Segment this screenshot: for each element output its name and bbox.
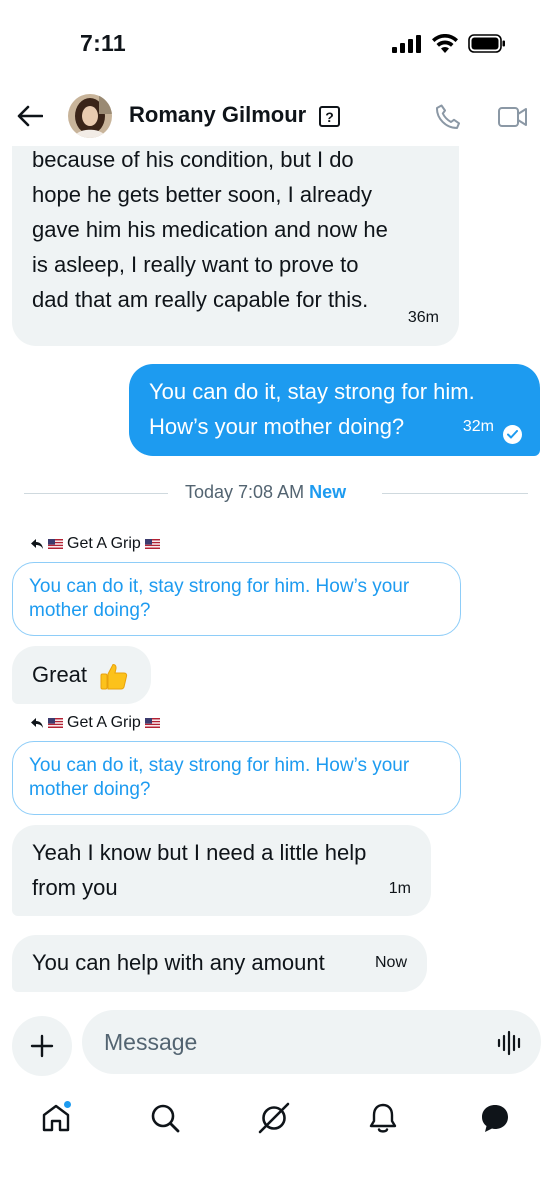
back-arrow-icon [17, 105, 43, 127]
search-icon [151, 1104, 180, 1133]
message-timestamp: Now [374, 954, 407, 971]
unknown-sender-badge[interactable]: ? [319, 106, 340, 127]
quote-text-line: You can do it, stay strong for him. How’… [29, 576, 410, 597]
incoming-message[interactable]: because of his condition, but I do hope … [12, 146, 459, 346]
us-flag-icon [48, 718, 63, 728]
divider-line [24, 493, 168, 494]
message-text: Great [32, 662, 88, 687]
incoming-message[interactable]: You can help with any amount Now [12, 935, 427, 992]
bottom-navigation [0, 1082, 552, 1200]
call-button[interactable] [433, 102, 463, 132]
reply-arrow-icon [31, 718, 43, 728]
contact-name[interactable]: Romany Gilmour [129, 102, 306, 128]
avatar[interactable] [68, 94, 112, 138]
video-call-button[interactable] [497, 102, 529, 132]
message-text-line: gave him his medication and now he [32, 217, 388, 242]
message-text-line: because of his condition, but I do [32, 147, 354, 172]
message-text: You can help with any amount [32, 950, 325, 975]
message-composer [0, 1006, 552, 1082]
nav-home[interactable] [36, 1098, 76, 1138]
notifications-icon [369, 1103, 397, 1133]
message-timestamp: 32m [462, 418, 494, 435]
reply-arrow-icon [31, 539, 43, 549]
nav-search[interactable] [145, 1098, 185, 1138]
reply-context: Get A Grip [30, 714, 160, 732]
message-text-line: dad that am really capable for this. [32, 287, 369, 312]
divider-line [382, 493, 528, 494]
message-text-line: from you [32, 875, 118, 900]
audio-waveform-icon [497, 1030, 521, 1056]
new-label: New [309, 482, 347, 502]
message-text-line: Yeah I know but I need a little help [32, 840, 367, 865]
incoming-message[interactable]: Yeah I know but I need a little help fro… [12, 825, 431, 916]
thumbs-up-emoji-icon [100, 664, 128, 690]
conversation-header: Romany Gilmour ? [0, 92, 552, 146]
message-text-line: You can do it, stay strong for him. [149, 379, 475, 404]
add-attachment-button[interactable] [12, 1016, 72, 1076]
message-input[interactable] [82, 1010, 541, 1074]
reply-to-name: Get A Grip [67, 714, 141, 731]
status-bar: 7:11 [0, 0, 552, 92]
quote-text-line: mother doing? [29, 779, 151, 800]
us-flag-icon [144, 718, 160, 728]
nav-grok[interactable] [254, 1098, 294, 1138]
message-timestamp: 36m [407, 309, 439, 326]
quote-text-line: You can do it, stay strong for him. How’… [29, 755, 410, 776]
message-timestamp: 1m [388, 880, 411, 897]
divider-label: Today 7:08 AM New [185, 482, 346, 503]
message-list: because of his condition, but I do hope … [0, 146, 552, 1006]
back-button[interactable] [14, 100, 46, 132]
cellular-signal-icon [392, 34, 421, 53]
wifi-icon [432, 34, 458, 53]
reply-to-name: Get A Grip [67, 535, 141, 552]
avatar-photo [68, 94, 112, 138]
nav-messages[interactable] [475, 1098, 515, 1138]
reply-context: Get A Grip [30, 535, 160, 553]
quoted-message[interactable]: You can do it, stay strong for him. How’… [12, 562, 461, 636]
video-camera-icon [498, 107, 527, 127]
quoted-message[interactable]: You can do it, stay strong for him. How’… [12, 741, 461, 815]
outgoing-message[interactable]: You can do it, stay strong for him. How’… [129, 364, 540, 456]
message-text-line: hope he gets better soon, I already [32, 182, 373, 207]
us-flag-icon [144, 539, 160, 549]
us-flag-icon [48, 539, 63, 549]
divider-date: Today 7:08 AM [185, 482, 305, 502]
nav-notifications[interactable] [363, 1098, 403, 1138]
plus-icon [30, 1034, 54, 1058]
status-time: 7:11 [80, 30, 126, 56]
quote-text-line: mother doing? [29, 600, 151, 621]
phone-icon [435, 104, 460, 129]
status-icons [392, 34, 506, 53]
messages-icon [482, 1105, 508, 1132]
grok-icon [258, 1102, 290, 1134]
new-messages-divider: Today 7:08 AM New [24, 482, 528, 504]
notification-dot [63, 1100, 72, 1109]
read-receipt-icon [503, 425, 522, 444]
message-text-line: is asleep, I really want to prove to [32, 252, 359, 277]
incoming-message[interactable]: Great [12, 646, 151, 704]
voice-message-button[interactable] [496, 1029, 524, 1057]
battery-icon [468, 34, 505, 53]
